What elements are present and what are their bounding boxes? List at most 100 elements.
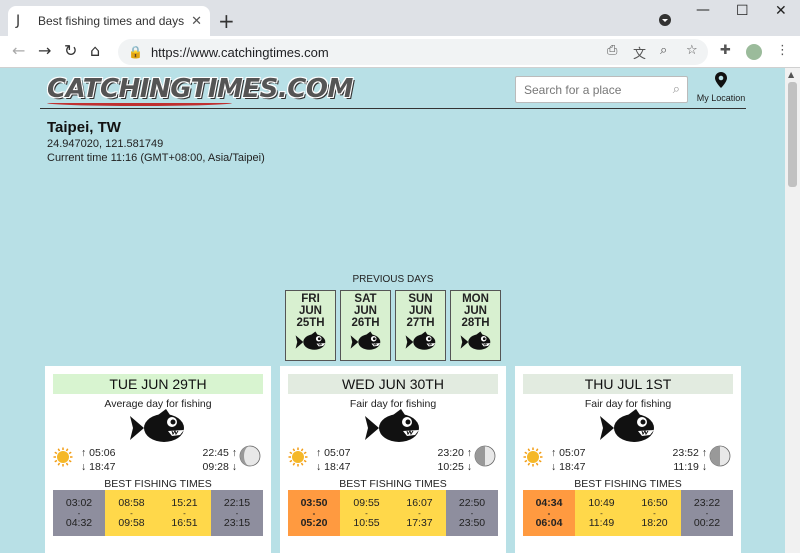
- previous-day-weekday: SUN: [408, 293, 433, 305]
- slot-start-time: 23:22: [693, 496, 721, 509]
- previous-day-button[interactable]: MON JUN 28TH: [450, 290, 501, 361]
- slot-start-time: 04:34: [535, 496, 563, 509]
- previous-day-label: FRI JUN 25TH: [286, 293, 335, 329]
- fishing-time-slot: 23:22 - 00:22: [681, 490, 733, 536]
- slot-end-time: 17:37: [406, 516, 433, 529]
- slot-end-time: 18:20: [641, 516, 668, 529]
- moon-phase-icon: [709, 445, 731, 467]
- previous-day-button[interactable]: SUN JUN 27TH: [395, 290, 446, 361]
- location-coordinates: 24.947020, 121.581749: [47, 138, 164, 150]
- browser-toolbar: ← → ↻ ⌂ 🔒 https://www.catchingtimes.com …: [0, 36, 800, 68]
- slot-end-time: 11:49: [588, 516, 615, 529]
- browser-tab[interactable]: J Best fishing times and days | Catching…: [8, 6, 210, 36]
- profile-dropdown-icon[interactable]: [659, 14, 671, 26]
- place-search-input[interactable]: [516, 77, 661, 102]
- slot-end-time: 06:04: [535, 516, 563, 529]
- new-tab-icon[interactable]: +: [218, 9, 235, 33]
- reload-icon[interactable]: ↻: [64, 41, 77, 60]
- scroll-up-icon[interactable]: ▲: [788, 70, 794, 79]
- fishing-time-slot: 04:34 - 06:04: [523, 490, 575, 536]
- profile-avatar[interactable]: [746, 44, 762, 60]
- fish-icon: [130, 409, 184, 442]
- slot-end-time: 05:20: [300, 516, 328, 529]
- slot-start-time: 10:49: [588, 496, 615, 509]
- sunrise-time: ↑ 05:07: [316, 447, 351, 459]
- back-icon[interactable]: ←: [12, 41, 25, 60]
- minimize-icon[interactable]: —: [696, 2, 710, 18]
- slot-separator: -: [365, 508, 368, 518]
- forward-icon[interactable]: →: [38, 41, 51, 60]
- slot-start-time: 03:02: [65, 496, 93, 509]
- fishing-time-slot: 22:15 - 23:15: [211, 490, 263, 536]
- slot-separator: -: [183, 508, 186, 518]
- slot-separator: -: [77, 508, 81, 518]
- scrollbar-thumb[interactable]: [788, 82, 797, 187]
- fishing-time-slot: 09:55 - 10:55: [340, 490, 393, 536]
- slot-start-time: 03:50: [300, 496, 328, 509]
- lock-icon[interactable]: 🔒: [128, 45, 143, 59]
- zoom-icon[interactable]: ⌕: [660, 43, 667, 58]
- moonset-time: 11:19 ↓: [673, 461, 707, 473]
- slot-start-time: 22:15: [223, 496, 251, 509]
- day-card[interactable]: TUE JUN 29TH Average day for fishing ↑ 0…: [45, 366, 271, 553]
- menu-icon[interactable]: ⋮: [776, 43, 789, 58]
- page-scrollbar[interactable]: ▲: [785, 68, 800, 553]
- fish-icon: [460, 331, 490, 350]
- best-fishing-times-label: BEST FISHING TIMES: [574, 478, 682, 490]
- sunset-time: ↓ 18:47: [81, 461, 116, 473]
- slot-separator: -: [470, 508, 474, 518]
- translate-icon[interactable]: 文: [633, 43, 646, 62]
- previous-day-weekday: FRI: [301, 293, 320, 305]
- moonset-time: 10:25 ↓: [437, 461, 472, 473]
- fishing-time-slot: 03:50 - 05:20: [288, 490, 340, 536]
- previous-day-month: JUN: [463, 305, 487, 317]
- previous-day-button[interactable]: SAT JUN 26TH: [340, 290, 391, 361]
- fish-icon: [295, 331, 325, 350]
- search-box: ⌕: [515, 76, 688, 103]
- moon-phase-icon: [239, 445, 261, 467]
- maximize-icon[interactable]: ☐: [736, 3, 749, 19]
- day-card[interactable]: WED JUN 30TH Fair day for fishing ↑ 05:0…: [280, 366, 506, 553]
- card-date: TUE JUN 29TH: [53, 374, 263, 394]
- previous-day-date: 25TH: [296, 317, 325, 329]
- install-app-icon[interactable]: ⎙: [607, 43, 617, 58]
- fish-icon: [600, 409, 654, 442]
- slot-separator: -: [235, 508, 239, 518]
- current-time: Current time 11:16 (GMT+08:00, Asia/Taip…: [47, 152, 265, 164]
- extensions-icon[interactable]: ✚: [720, 43, 731, 58]
- slot-separator: -: [418, 508, 421, 518]
- slot-end-time: 16:51: [171, 516, 198, 529]
- previous-day-button[interactable]: FRI JUN 25TH: [285, 290, 336, 361]
- slot-separator: -: [312, 508, 316, 518]
- previous-day-month: JUN: [353, 305, 377, 317]
- sun-icon: [288, 447, 308, 467]
- url-text: https://www.catchingtimes.com: [150, 44, 329, 60]
- search-icon[interactable]: ⌕: [673, 82, 680, 97]
- close-window-icon[interactable]: ✕: [775, 3, 787, 19]
- logo-swoosh: [47, 100, 232, 106]
- home-icon[interactable]: ⌂: [90, 41, 100, 60]
- slot-end-time: 23:15: [223, 516, 251, 529]
- previous-day-month: JUN: [298, 305, 322, 317]
- fish-icon: [341, 331, 390, 358]
- my-location-button[interactable]: My Location: [694, 72, 748, 106]
- bookmark-star-icon[interactable]: ☆: [686, 43, 698, 58]
- location-name: Taipei, TW: [47, 119, 121, 136]
- slot-start-time: 16:07: [406, 496, 433, 509]
- fishing-time-slot: 15:21 - 16:51: [158, 490, 211, 536]
- moonset-time: 09:28 ↓: [202, 461, 237, 473]
- day-card[interactable]: THU JUL 1ST Fair day for fishing ↑ 05:07…: [515, 366, 741, 553]
- slot-start-time: 08:58: [118, 496, 145, 509]
- previous-day-label: SAT JUN 26TH: [341, 293, 390, 329]
- sun-icon: [523, 447, 543, 467]
- address-bar[interactable]: 🔒 https://www.catchingtimes.com: [118, 39, 708, 65]
- sun-icon: [53, 447, 73, 467]
- site-logo[interactable]: CATCHINGTIMES.COM: [47, 74, 353, 108]
- moonrise-time: 23:52 ↑: [672, 447, 707, 459]
- fish-icon: [350, 331, 380, 350]
- fish-icon: [365, 409, 419, 442]
- slot-separator: -: [705, 508, 709, 518]
- close-tab-icon[interactable]: ✕: [191, 14, 202, 29]
- sunset-time: ↓ 18:47: [316, 461, 351, 473]
- card-date: WED JUN 30TH: [288, 374, 498, 394]
